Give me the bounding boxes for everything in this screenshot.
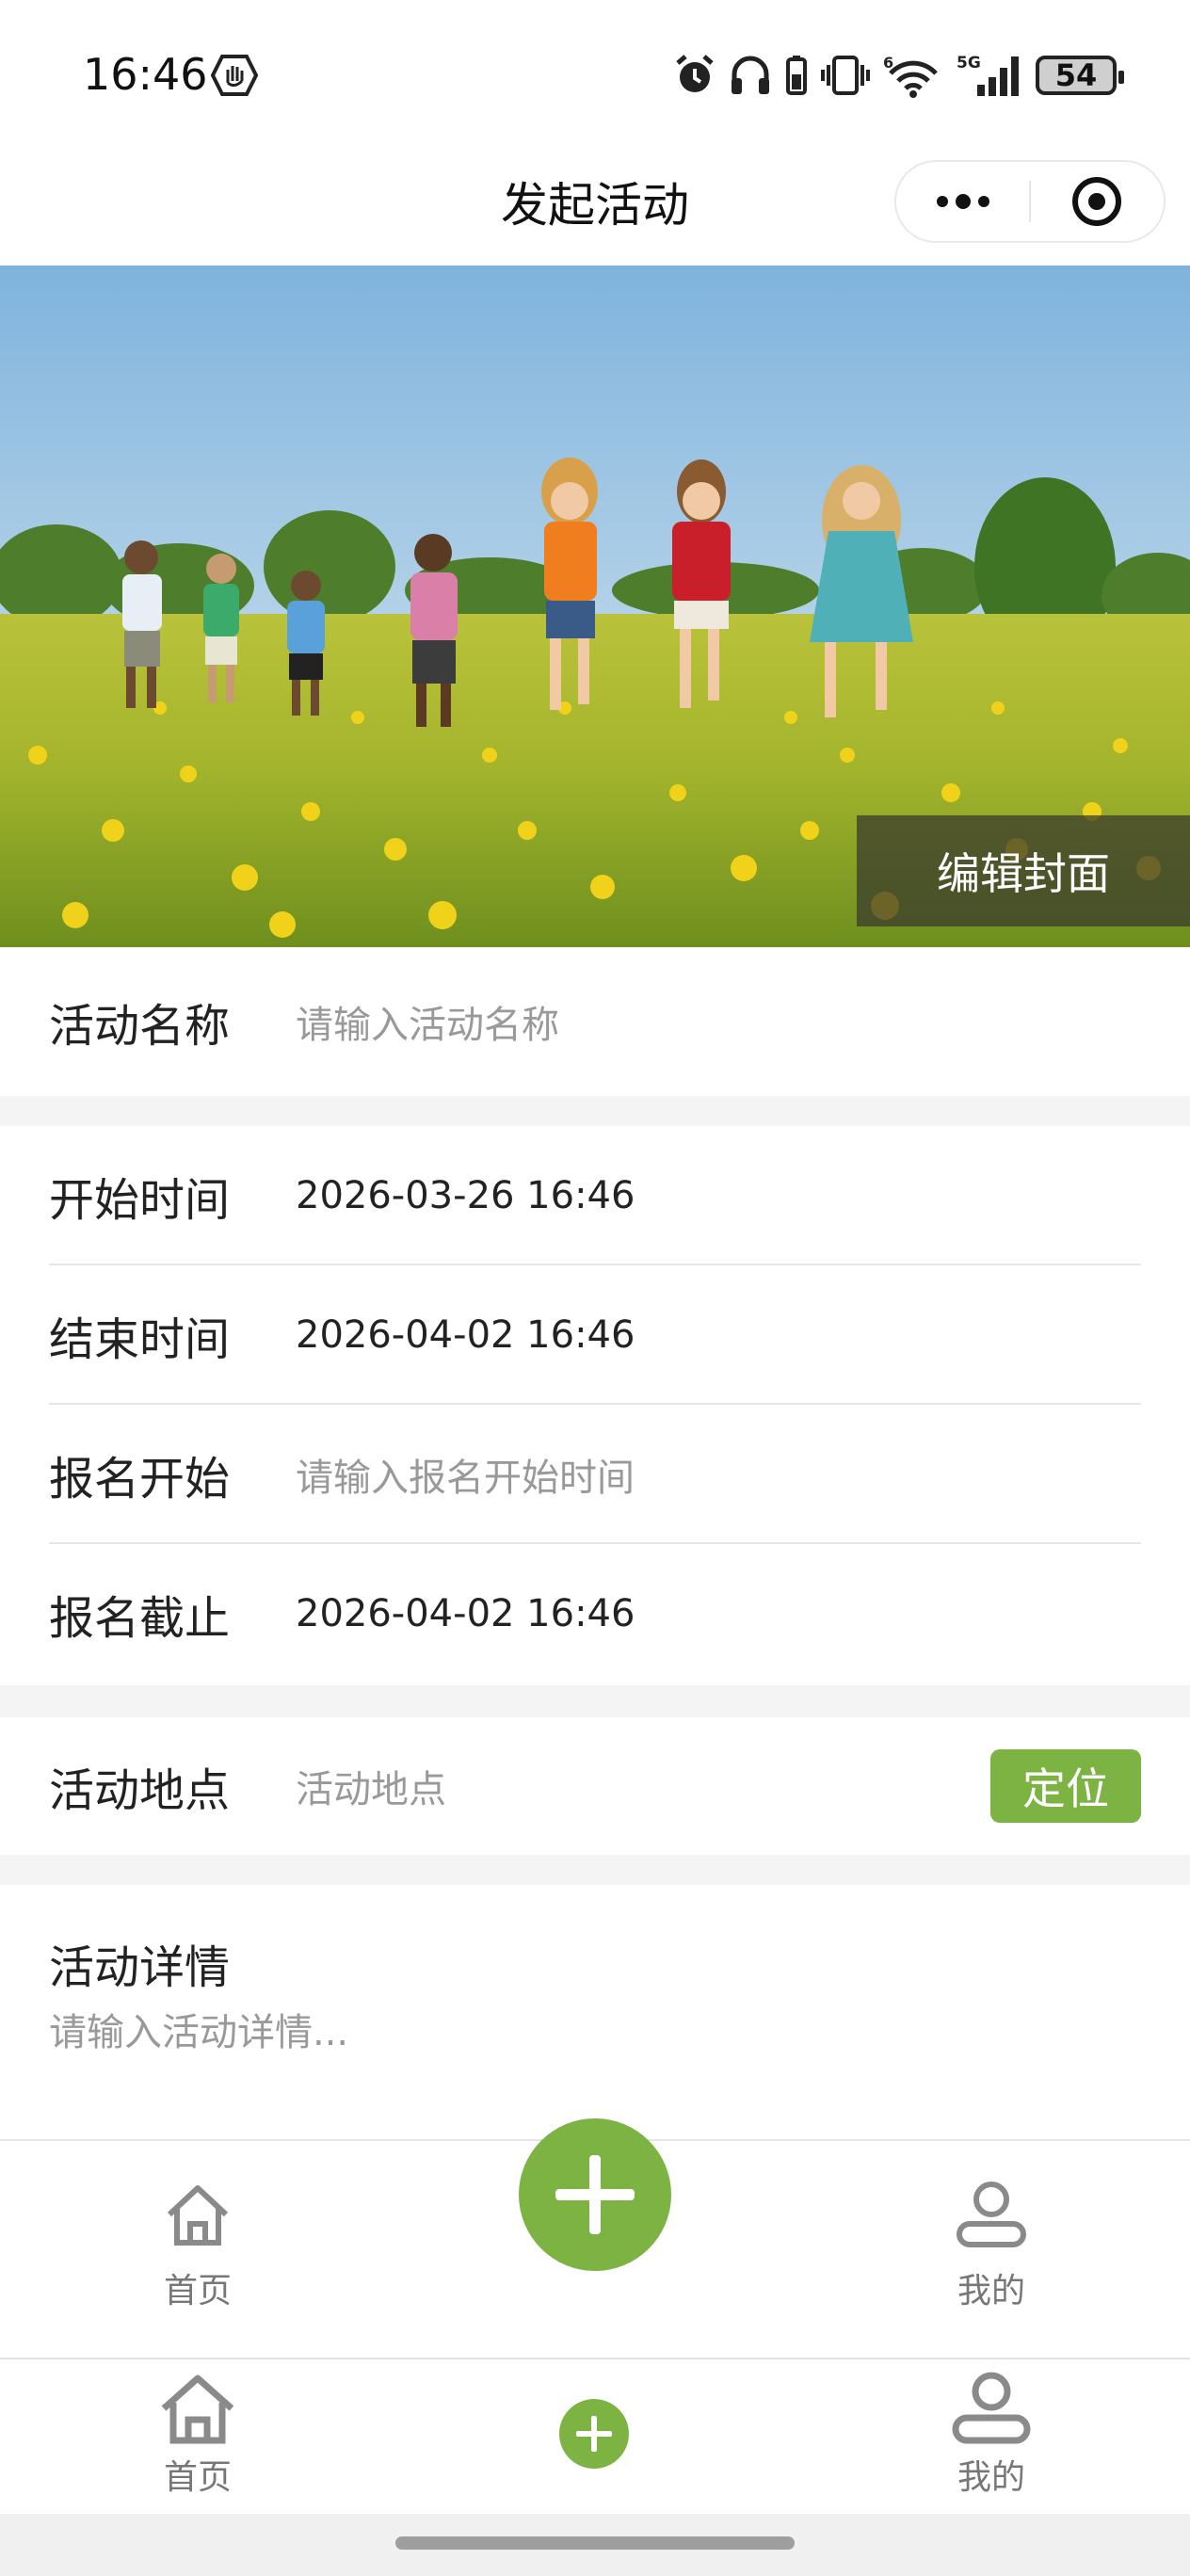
start-time-row[interactable]: 开始时间 2026-03-26 16:46 [0,1126,1190,1265]
home-icon [161,2375,234,2444]
locate-button[interactable]: 定位 [990,1749,1141,1823]
signup-end-value[interactable]: 2026-04-02 16:46 [296,1592,635,1635]
edit-cover-button[interactable]: 编辑封面 [857,815,1190,926]
plus-icon [555,2155,635,2234]
vibrate-icon [821,56,870,95]
signup-end-row[interactable]: 报名截止 2026-04-02 16:46 [0,1544,1190,1683]
target-icon [1072,177,1122,226]
location-row[interactable]: 活动地点 活动地点 定位 [0,1717,1190,1855]
activity-name-row[interactable]: 活动名称 请输入活动名称 [0,947,1190,1096]
home-indicator[interactable] [395,2536,795,2550]
headphones-icon [732,56,769,94]
signal-5g-icon: 5G [957,54,1019,96]
tab-mine[interactable]: 我的 [897,2179,1085,2312]
status-icons: 6 5G 54 [674,51,1124,100]
tab-home-label: 首页 [163,2272,232,2310]
location-label: 活动地点 [49,1764,231,1817]
details-textarea[interactable]: 请输入活动详情... [49,2002,348,2056]
add-activity-button[interactable] [519,2118,671,2271]
battery-level: 54 [1054,57,1098,93]
start-time-value[interactable]: 2026-03-26 16:46 [296,1174,635,1217]
end-time-row[interactable]: 结束时间 2026-04-02 16:46 [0,1265,1190,1405]
battery-indicator: 54 [1036,56,1124,95]
details-label: 活动详情 [49,1941,231,1994]
end-time-value[interactable]: 2026-04-02 16:46 [296,1313,635,1357]
title-bar: 发起活动 [0,141,1190,266]
close-miniprogram-button[interactable] [1031,162,1164,241]
section-details: 活动详情 请输入活动详情... [0,1885,1190,2139]
status-bar: 16:46 6 5G 54 [0,0,1190,141]
tab-home-native-label: 首页 [163,2458,232,2497]
svg-text:5G: 5G [957,54,981,72]
location-input[interactable]: 活动地点 [296,1759,446,1813]
section-times: 开始时间 2026-03-26 16:46 结束时间 2026-04-02 16… [0,1126,1190,1685]
mini-program-capsule [894,160,1166,243]
user-icon [957,2182,1026,2247]
tab-mine-native-label: 我的 [957,2458,1025,2497]
activity-name-label: 活动名称 [49,1000,231,1053]
battery-small-icon [786,56,807,95]
section-location: 活动地点 活动地点 定位 [0,1717,1190,1855]
home-icon [167,2185,229,2246]
system-gesture-area [0,2514,1190,2576]
signup-start-input[interactable]: 请输入报名开始时间 [296,1447,635,1502]
section-name: 活动名称 请输入活动名称 [0,947,1190,1096]
plus-icon [576,2416,612,2452]
cover-image: 编辑封面 [0,266,1190,947]
activity-name-input[interactable]: 请输入活动名称 [296,994,559,1049]
alarm-icon [676,55,714,92]
tab-mine-label: 我的 [957,2272,1025,2310]
more-button[interactable] [896,162,1029,241]
user-icon [952,2372,1031,2444]
hand-badge-icon [211,55,258,96]
tab-home-native[interactable]: 首页 [104,2371,292,2499]
status-time: 16:46 [83,49,208,100]
start-time-label: 开始时间 [49,1174,231,1227]
end-time-label: 结束时间 [49,1313,231,1366]
signup-end-label: 报名截止 [49,1592,231,1645]
more-dots-icon [936,194,989,209]
wifi-icon: 6 [883,54,938,98]
signup-start-row[interactable]: 报名开始 请输入报名开始时间 [0,1405,1190,1544]
tab-mine-native[interactable]: 我的 [897,2371,1085,2499]
signup-start-label: 报名开始 [49,1453,231,1505]
battery-tip [1118,71,1124,84]
tab-home[interactable]: 首页 [104,2179,292,2312]
add-activity-native-button[interactable] [559,2399,629,2469]
